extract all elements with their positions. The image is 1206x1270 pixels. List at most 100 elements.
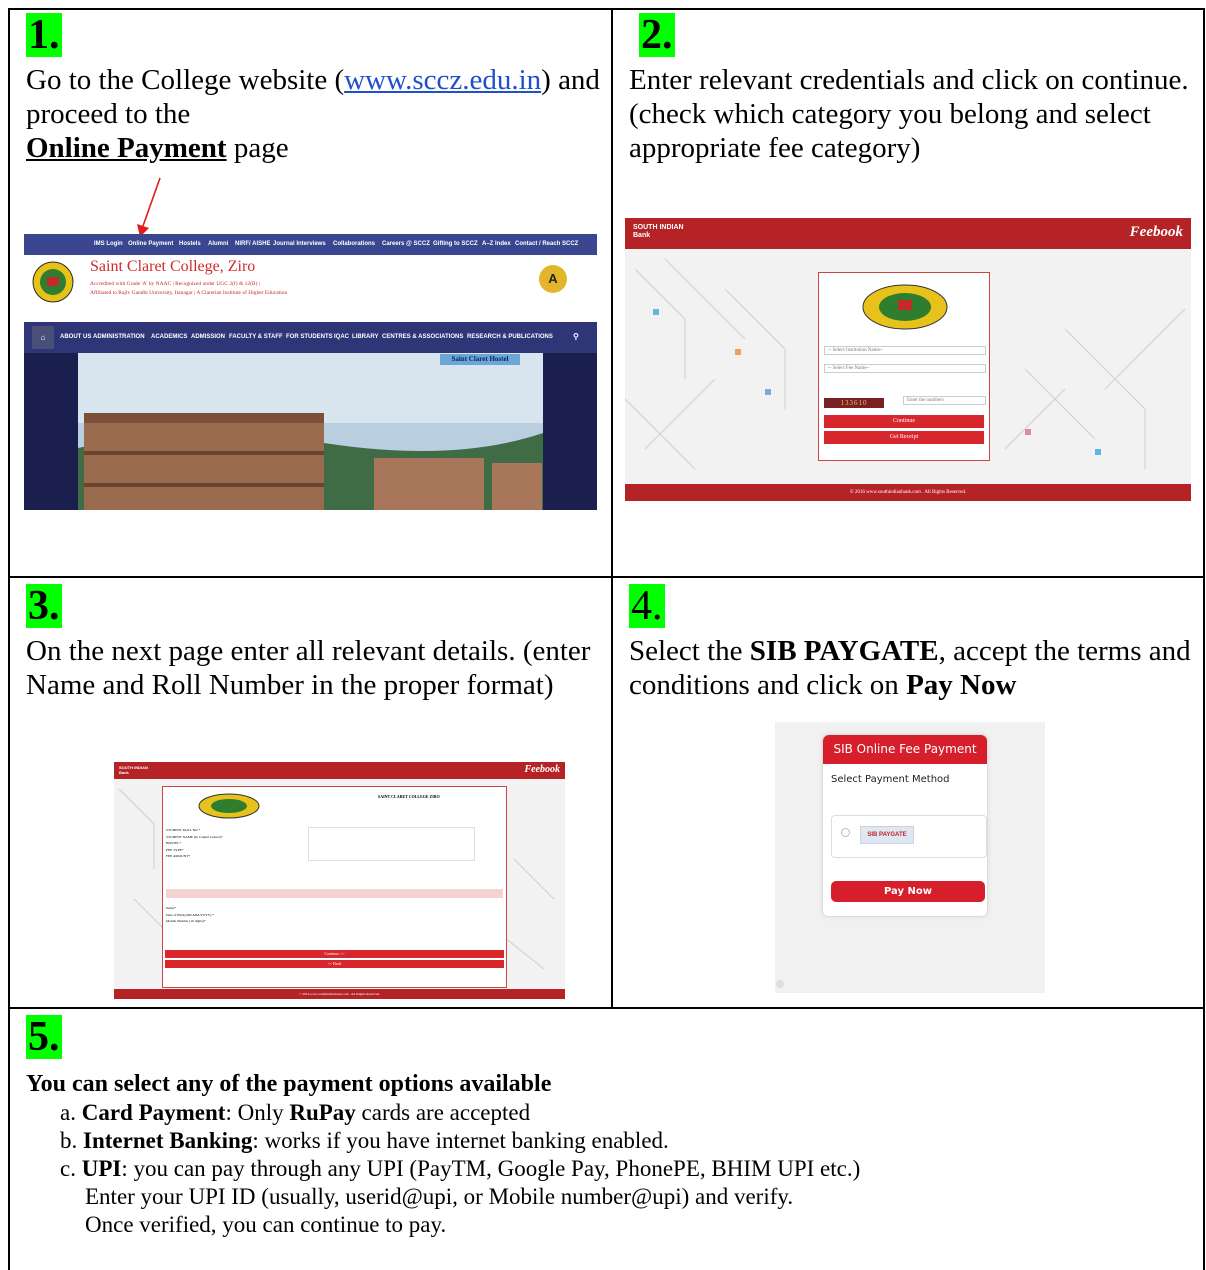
option-card-letter: a.	[60, 1100, 76, 1125]
details-field-labels-2: Name* Date of Birth (DD-MM-YYYY) * Mobil…	[166, 905, 214, 925]
pay-now-label: Pay Now	[906, 669, 1017, 701]
step-4-number: 4.	[629, 583, 665, 629]
details-back-button[interactable]: << Back	[165, 960, 504, 968]
details-footer: © 2016 www.southindianbank.com . All Rig…	[114, 989, 565, 999]
nav-gifting[interactable]: Gifting to SCCZ	[433, 241, 478, 247]
step-1-text-a: Go to the College website (	[26, 64, 345, 96]
menu-faculty[interactable]: FACULTY & STAFF	[229, 334, 283, 340]
nav-contact[interactable]: Contact / Reach SCCZ	[515, 241, 578, 247]
nav-journal-interviews[interactable]: Journal Interviews	[273, 241, 326, 247]
menu-admission[interactable]: ADMISSION	[191, 334, 225, 340]
details-college-name: SAINT CLARET COLLEGE ZIRO	[378, 794, 440, 799]
nav-hostels[interactable]: Hostels	[179, 241, 201, 247]
continue-button[interactable]: Continue	[824, 415, 984, 428]
step-4-text: Select the SIB PAYGATE, accept the terms…	[629, 634, 1199, 702]
college-header: Saint Claret College, Ziro Accredited wi…	[24, 255, 597, 322]
details-inputs[interactable]	[308, 827, 475, 861]
option-card: a. Card Payment: Only RuPay cards are ac…	[60, 1099, 1196, 1127]
step-4-text-a: Select the	[629, 635, 750, 667]
details-header: SOUTH INDIAN Bank Feebook	[114, 762, 565, 779]
sib-paygate-label: SIB PAYGATE	[749, 635, 939, 667]
option-card-text-b: cards are accepted	[355, 1100, 531, 1125]
payment-card-subtitle: Select Payment Method	[831, 774, 950, 785]
step-2-cell: 2. Enter relevant credentials and click …	[629, 13, 1199, 165]
upi-line-3: Once verified, you can continue to pay.	[85, 1212, 447, 1237]
upi-line-2: Enter your UPI ID (usually, userid@upi, …	[85, 1184, 794, 1209]
option-netbanking: b. Internet Banking: works if you have i…	[60, 1127, 1196, 1155]
option-card-rupay: RuPay	[289, 1100, 356, 1125]
step-3-number: 3.	[26, 583, 62, 629]
college-top-nav: IMS Login Online Payment Hostels Alumni …	[24, 234, 597, 255]
option-card-title: Card Payment	[81, 1100, 226, 1125]
step-1-text-c: page	[226, 132, 289, 164]
menu-administration[interactable]: ADMINISTRATION	[93, 334, 145, 340]
scroll-dot-icon	[776, 980, 784, 988]
menu-for-students[interactable]: FOR STUDENTS	[286, 334, 333, 340]
student-details-screenshot: SOUTH INDIAN Bank Feebook SAINT CLARET C…	[114, 762, 565, 999]
step-1-cell: 1. Go to the College website (www.sccz.e…	[26, 13, 606, 165]
details-bank-logo: SOUTH INDIAN Bank	[119, 765, 148, 775]
field-fee-amount: FEE AMOUNT*	[166, 854, 191, 858]
payment-card: SIB Online Fee Payment Select Payment Me…	[822, 734, 988, 917]
option-upi-text: : you can pay through any UPI (PayTM, Go…	[121, 1156, 861, 1181]
feebook-login-screenshot: SOUTH INDIAN Bank Feebook -- Select Inst…	[625, 218, 1191, 501]
fee-select[interactable]: -- Select Fee Name--	[824, 364, 986, 373]
nav-online-payment[interactable]: Online Payment	[128, 241, 173, 247]
institution-select[interactable]: -- Select Institution Name--	[824, 346, 986, 355]
pay-now-button[interactable]: Pay Now	[831, 881, 985, 902]
get-receipt-button[interactable]: Get Receipt	[824, 431, 984, 444]
step-5-number: 5.	[26, 1014, 62, 1060]
table-border-right	[1203, 8, 1205, 1270]
college-main-menu: ⌂ ABOUT US ADMINISTRATION ACADEMICS ADMI…	[24, 322, 597, 353]
option-upi: c. UPI: you can pay through any UPI (Pay…	[60, 1155, 1196, 1183]
hostel-photo: Saint Claret Hostel	[24, 353, 597, 510]
hostel-illustration	[78, 353, 543, 510]
payment-card-title: SIB Online Fee Payment	[823, 735, 987, 764]
menu-about-us[interactable]: ABOUT US	[60, 334, 91, 340]
option-netbanking-letter: b.	[60, 1128, 78, 1153]
menu-academics[interactable]: ACADEMICS	[151, 334, 187, 340]
nav-ims-login[interactable]: IMS Login	[94, 241, 123, 247]
table-divider-middle-top	[611, 8, 613, 576]
step-3-cell: 3. On the next page enter all relevant d…	[26, 584, 606, 702]
feebook-footer: © 2016 www.southindianbank.com . All Rig…	[625, 484, 1191, 501]
college-affiliation: Affiliated to Rajiv Gandhi University, I…	[90, 290, 288, 296]
details-college-box: SAINT CLARET COLLEGE ZIRO	[163, 788, 506, 822]
naac-badge: A	[539, 265, 567, 293]
college-website-link[interactable]: www.sccz.edu.in	[344, 64, 541, 96]
college-website-screenshot: IMS Login Online Payment Hostels Alumni …	[24, 234, 597, 510]
college-name: Saint Claret College, Ziro	[90, 258, 256, 275]
menu-iqac[interactable]: IQAC	[334, 334, 349, 340]
home-icon[interactable]: ⌂	[32, 326, 54, 349]
menu-centres[interactable]: CENTRES & ASSOCIATIONS	[382, 334, 463, 340]
nav-collaborations[interactable]: Collaborations	[333, 241, 375, 247]
step-1-text: Go to the College website (www.sccz.edu.…	[26, 63, 606, 165]
nav-nirf[interactable]: NIRF/ AISHE	[235, 241, 270, 247]
nav-careers[interactable]: Careers @ SCCZ	[382, 241, 430, 247]
menu-research[interactable]: RESEARCH & PUBLICATIONS	[467, 334, 553, 340]
details-continue-button[interactable]: Continue >>	[165, 950, 504, 958]
details-form: SAINT CLARET COLLEGE ZIRO STUDENT ROLL N…	[162, 786, 507, 988]
sib-paygate-option[interactable]: SIB PAYGATE	[831, 815, 987, 858]
step-3-text: On the next page enter all relevant deta…	[26, 635, 591, 701]
bank-logo: SOUTH INDIAN Bank	[633, 224, 684, 239]
menu-library[interactable]: LIBRARY	[352, 334, 378, 340]
table-divider-row2	[8, 1007, 1204, 1009]
college-accreditation: Accredited with Grade 'A' by NAAC | Reco…	[90, 281, 260, 287]
option-upi-title: UPI	[81, 1156, 122, 1181]
radio-icon[interactable]	[841, 828, 850, 837]
instruction-table: 1. Go to the College website (www.sccz.e…	[8, 8, 1205, 1270]
feebook-login-box: -- Select Institution Name-- -- Select F…	[818, 272, 990, 461]
captcha-input[interactable]: Enter the numbers	[903, 396, 986, 405]
step-1-number: 1.	[26, 12, 62, 58]
search-icon[interactable]: ⚲	[573, 332, 579, 341]
feebook-logo: Feebook	[1129, 224, 1183, 240]
step-4-cell: 4. Select the SIB PAYGATE, accept the te…	[629, 584, 1199, 702]
option-card-text-a: : Only	[225, 1100, 290, 1125]
step-5-heading: You can select any of the payment option…	[26, 1071, 552, 1097]
nav-alumni[interactable]: Alumni	[208, 241, 228, 247]
nav-a-z-index[interactable]: A–Z Index	[482, 241, 511, 247]
sib-paygate-logo: SIB PAYGATE	[860, 826, 914, 844]
details-feebook-logo: Feebook	[524, 764, 560, 775]
red-arrow-icon	[137, 177, 161, 237]
